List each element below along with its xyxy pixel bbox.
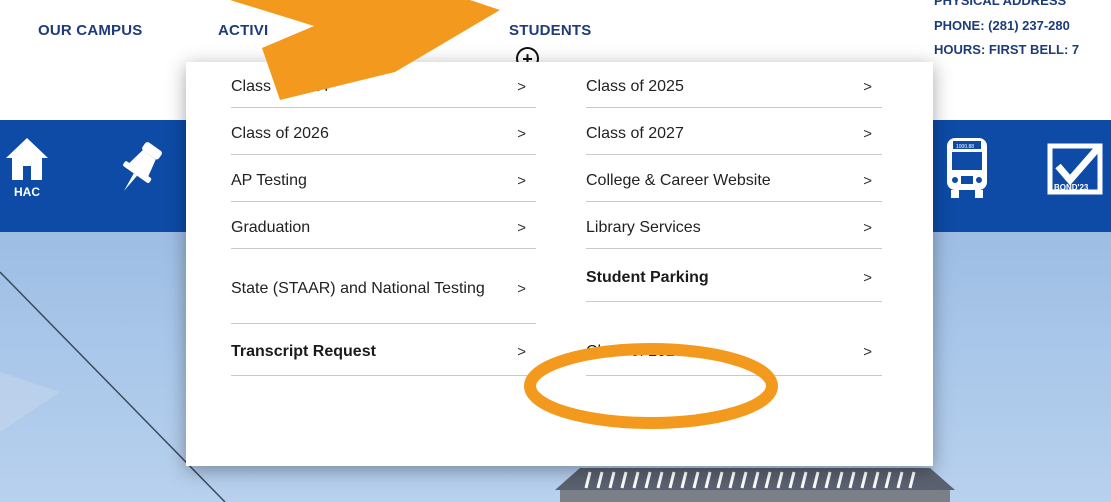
students-dropdown-menu: Class of 2024 > Class of 2026 > AP Testi… <box>186 62 933 466</box>
menu-item-college-career-website[interactable]: College & Career Website > <box>586 160 882 202</box>
menu-item-label: Class of 2026 <box>231 124 329 142</box>
chevron-right-icon: > <box>863 172 872 189</box>
nav-students[interactable]: STUDENTS <box>509 22 591 39</box>
menu-item-class-of-2027[interactable]: Class of 2027 > <box>586 113 882 155</box>
menu-item-student-parking[interactable]: Student Parking > <box>586 254 882 302</box>
chevron-right-icon: > <box>863 269 872 286</box>
menu-item-label: College & Career Website <box>586 171 771 189</box>
chevron-right-icon: > <box>863 125 872 142</box>
chevron-right-icon: > <box>517 280 526 297</box>
contact-address: PHYSICAL ADDRESS <box>934 0 1067 8</box>
bond-label: BOND'23 <box>1054 183 1089 192</box>
menu-item-label: State (STAAR) and National Testing <box>231 279 485 297</box>
chevron-right-icon: > <box>517 219 526 236</box>
chevron-right-icon: > <box>863 343 872 360</box>
chevron-right-icon: > <box>517 172 526 189</box>
menu-item-library-services[interactable]: Library Services > <box>586 207 882 249</box>
menu-item-graduation[interactable]: Graduation > <box>231 207 536 249</box>
menu-item-class-of-2028[interactable]: Class of 2028 > <box>586 328 882 376</box>
menu-item-label: Class of 2024 <box>231 77 329 95</box>
contact-phone: PHONE: (281) 237-280 <box>934 18 1070 33</box>
chevron-right-icon: > <box>517 343 526 360</box>
menu-item-label: Class of 2028 <box>586 342 684 360</box>
menu-item-label: Class of 2025 <box>586 77 684 95</box>
contact-hours: HOURS: FIRST BELL: 7 <box>934 42 1080 57</box>
chevron-right-icon: > <box>863 219 872 236</box>
chevron-right-icon: > <box>517 125 526 142</box>
menu-item-label: Library Services <box>586 218 701 236</box>
menu-item-label: Student Parking <box>586 268 709 286</box>
menu-item-class-of-2025[interactable]: Class of 2025 > <box>586 66 882 108</box>
hac-label: HAC <box>14 185 40 198</box>
chevron-right-icon: > <box>517 78 526 95</box>
menu-item-class-of-2024[interactable]: Class of 2024 > <box>231 66 536 108</box>
menu-item-label: Class of 2027 <box>586 124 684 142</box>
nav-our-campus[interactable]: OUR CAMPUS <box>38 22 143 39</box>
pushpin-icon[interactable] <box>110 138 170 205</box>
menu-item-label: AP Testing <box>231 171 307 189</box>
bond-checkbox-icon[interactable]: BOND'23 <box>1046 142 1111 203</box>
menu-item-transcript-request[interactable]: Transcript Request > <box>231 328 536 376</box>
nav-activities[interactable]: ACTIVI <box>218 22 268 39</box>
menu-item-label: Transcript Request <box>231 342 376 360</box>
hac-house-icon[interactable]: HAC <box>4 136 50 203</box>
chevron-right-icon: > <box>863 78 872 95</box>
menu-item-state-national-testing[interactable]: State (STAAR) and National Testing > <box>231 254 536 324</box>
menu-item-class-of-2026[interactable]: Class of 2026 > <box>231 113 536 155</box>
school-bus-icon[interactable]: 1000.88 <box>945 136 989 205</box>
menu-item-ap-testing[interactable]: AP Testing > <box>231 160 536 202</box>
bus-number-label: 1000.88 <box>956 144 974 150</box>
menu-item-label: Graduation <box>231 218 311 236</box>
